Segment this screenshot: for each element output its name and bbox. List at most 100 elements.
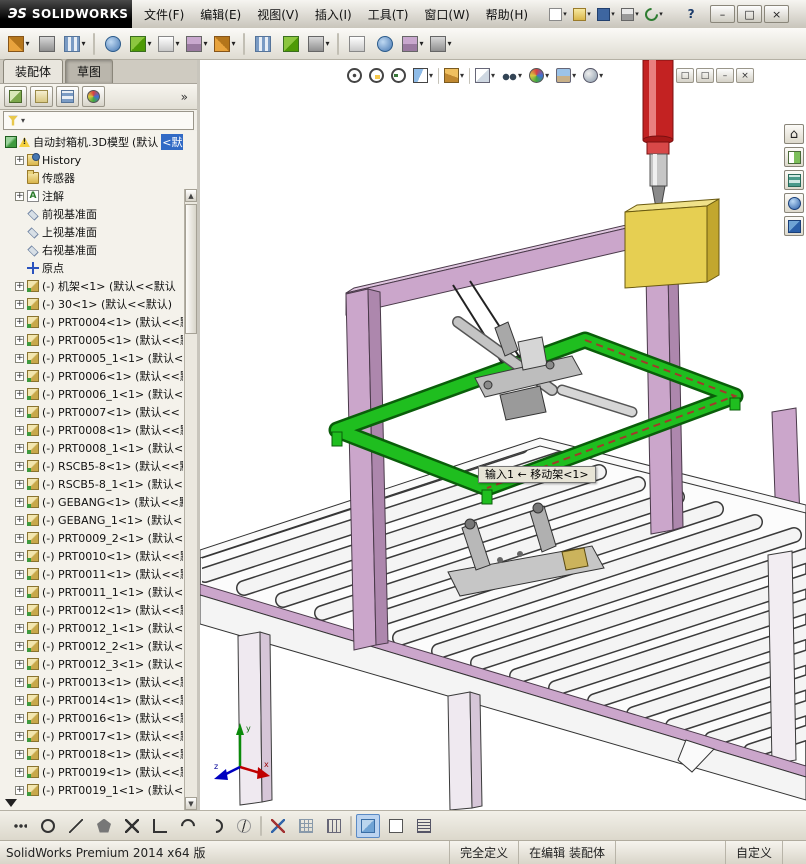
grid-snap-icon[interactable] [294,814,318,838]
reference-geometry-icon[interactable] [212,31,238,57]
move-component-icon[interactable] [128,31,154,57]
tree-item[interactable]: (-) PRT0004<1> (默认<<默 [2,313,183,331]
expand-icon[interactable] [15,407,24,417]
tree-item[interactable]: (-) PRT0012_2<1> (默认< [2,637,183,655]
trim-tool-icon[interactable] [266,814,290,838]
ruler-snap-icon[interactable] [322,814,346,838]
point-tool-icon[interactable] [120,814,144,838]
angle-snap-icon[interactable] [148,814,172,838]
tree-filter-bar[interactable]: ▾ [3,111,194,130]
tree-item[interactable]: (-) PRT0006_1<1> (默认< [2,385,183,403]
close-button[interactable]: × [764,5,790,23]
expand-icon[interactable] [15,713,24,723]
expand-icon[interactable] [15,659,24,669]
hidden-lines-view-icon[interactable] [412,814,436,838]
expand-icon[interactable] [15,587,24,597]
model-control-box[interactable] [624,198,720,289]
mass-properties-icon[interactable] [372,31,398,57]
expand-icon[interactable] [15,155,24,165]
filter-dropdown-icon[interactable]: ▾ [21,116,25,125]
menu-file[interactable]: 文件(F) [136,2,192,27]
tree-item[interactable]: 前视基准面 [2,205,183,223]
arc-tool-icon[interactable] [176,814,200,838]
expand-icon[interactable] [15,299,24,309]
save-icon[interactable] [594,4,618,25]
tree-item[interactable]: 原点 [2,259,183,277]
tree-item[interactable]: (-) PRT0008_1<1> (默认< [2,439,183,457]
model-conveyor[interactable] [200,437,806,801]
menu-insert[interactable]: 插入(I) [307,2,360,27]
expand-icon[interactable] [15,389,24,399]
view-settings-icon[interactable] [581,66,605,85]
expand-icon[interactable] [15,497,24,507]
appearances-tab-icon[interactable] [82,86,105,107]
expand-icon[interactable] [15,641,24,651]
insert-component-icon[interactable] [6,31,32,57]
view-orientation-icon[interactable] [442,66,466,85]
zoom-fit-icon[interactable] [345,66,364,85]
options-icon[interactable] [428,31,454,57]
tree-root-item[interactable]: 自动封箱机.3D模型 (默认<默认 [2,133,183,151]
tree-item[interactable]: (-) 30<1> (默认<<默认) [2,295,183,313]
expand-icon[interactable] [15,353,24,363]
tree-item[interactable]: (-) PRT0011<1> (默认<<默 [2,565,183,583]
tree-item[interactable]: 传感器 [2,169,183,187]
section-properties-icon[interactable] [400,31,426,57]
open-doc-icon[interactable] [570,4,594,25]
scroll-thumb[interactable] [185,204,197,334]
line-tool-icon[interactable] [64,814,88,838]
expand-icon[interactable] [15,767,24,777]
doc-minimize-button[interactable]: – [716,68,734,83]
expand-icon[interactable] [15,749,24,759]
tree-item[interactable]: (-) PRT0008<1> (默认<<默 [2,421,183,439]
tree-item[interactable]: (-) PRT0013<1> (默认<<默 [2,673,183,691]
expand-icon[interactable] [15,425,24,435]
tree-item[interactable]: (-) PRT0009_2<1> (默认< [2,529,183,547]
help-button[interactable]: ? [680,4,702,24]
view-home-icon[interactable] [784,124,804,144]
tree-item[interactable]: (-) GEBANG<1> (默认<<默 [2,493,183,511]
model-ram-cylinder[interactable] [642,60,674,217]
menu-view[interactable]: 视图(V) [249,2,307,27]
tree-item[interactable]: 注解 [2,187,183,205]
tree-item[interactable]: (-) PRT0012_1<1> (默认< [2,619,183,637]
expand-icon[interactable] [15,281,24,291]
tree-scrollbar[interactable]: ▲ ▼ [184,189,197,810]
tree-item[interactable]: (-) PRT0016<1> (默认<<默 [2,709,183,727]
tree-item[interactable]: (-) PRT0011_1<1> (默认< [2,583,183,601]
tree-item[interactable]: (-) PRT0017<1> (默认<<默 [2,727,183,745]
zoom-area-icon[interactable] [367,66,386,85]
tree-item[interactable]: History [2,151,183,169]
expand-icon[interactable] [15,515,24,525]
orbit-view-icon[interactable] [784,193,804,213]
exploded-view-icon[interactable] [278,31,304,57]
expand-icon[interactable] [15,335,24,345]
print-icon[interactable] [618,4,642,25]
assembly-features-icon[interactable] [184,31,210,57]
tree-item[interactable]: (-) PRT0010<1> (默认<<默 [2,547,183,565]
tree-item[interactable]: (-) PRT0012_3<1> (默认< [2,655,183,673]
tab-sketch[interactable]: 草图 [65,59,114,83]
tree-item[interactable]: (-) PRT0014<1> (默认<<默 [2,691,183,709]
show-hidden-components-icon[interactable] [156,31,182,57]
measure-icon[interactable] [344,31,370,57]
expand-icon[interactable] [15,623,24,633]
expand-icon[interactable] [15,569,24,579]
doc-close-button[interactable]: × [736,68,754,83]
tree-item[interactable]: (-) GEBANG_1<1> (默认< [2,511,183,529]
expand-icon[interactable] [15,605,24,615]
model-gantry-left-post[interactable] [345,288,389,651]
expand-icon[interactable] [15,731,24,741]
expand-icon[interactable] [15,677,24,687]
spline-tool-icon[interactable] [232,814,256,838]
polygon-tool-icon[interactable] [92,814,116,838]
expand-icon[interactable] [15,479,24,489]
tree-item[interactable]: (-) RSCB5-8_1<1> (默认< [2,475,183,493]
configurationmanager-tab-icon[interactable] [56,86,79,107]
custom-status[interactable]: 自定义 [724,841,782,864]
linear-component-pattern-icon[interactable] [62,31,88,57]
tree-item[interactable]: (-) PRT0005<1> (默认<<默 [2,331,183,349]
shaded-view-icon[interactable] [356,813,380,838]
expand-icon[interactable] [15,443,24,453]
pan-view-icon[interactable] [784,216,804,236]
